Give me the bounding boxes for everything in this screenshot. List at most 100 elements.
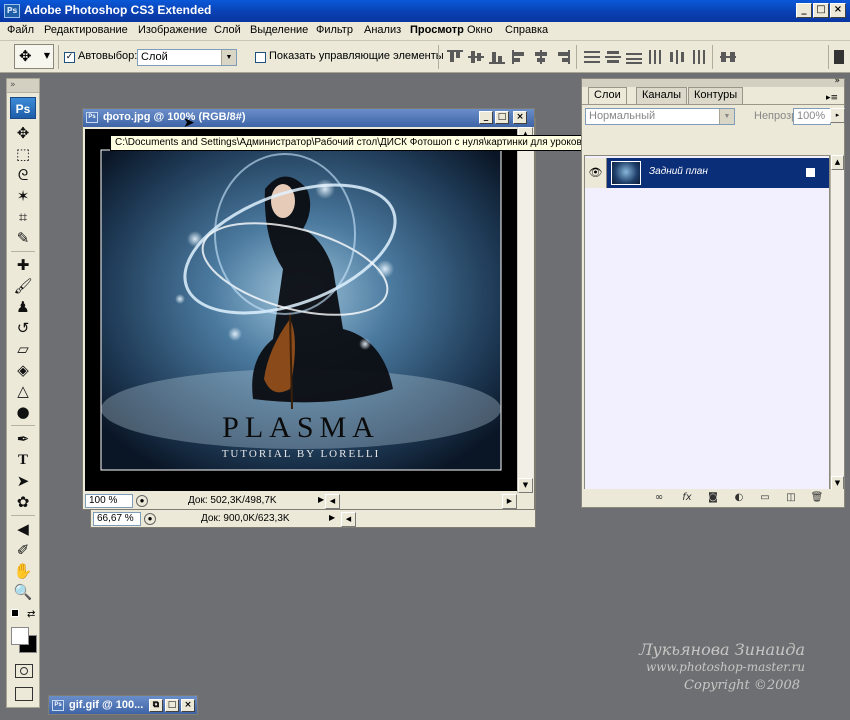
add-mask-icon[interactable]: ◙ bbox=[706, 492, 720, 503]
notes-tool-icon[interactable]: ◀ bbox=[10, 519, 36, 539]
marquee-tool-icon[interactable]: ⬚ bbox=[10, 144, 36, 164]
menu-window[interactable]: Окно bbox=[467, 24, 493, 36]
eye-icon[interactable]: 👁 bbox=[585, 158, 607, 188]
doc-maximize-button[interactable]: □ bbox=[495, 111, 509, 124]
layer-style-icon[interactable]: fx bbox=[680, 492, 694, 503]
maximize-button[interactable]: □ bbox=[165, 699, 179, 712]
panel-scrollbar[interactable]: ▲ ▼ bbox=[830, 155, 844, 491]
align-hcenter-icon[interactable] bbox=[533, 50, 549, 64]
adjustment-layer-icon[interactable]: ◐ bbox=[732, 492, 746, 503]
panel-grip[interactable]: » bbox=[582, 76, 844, 87]
layer-row-background[interactable]: 👁 Задний план bbox=[585, 158, 829, 188]
new-layer-icon[interactable]: ◫ bbox=[784, 492, 798, 503]
distribute-bottom-icon[interactable] bbox=[626, 50, 642, 64]
healing-brush-tool-icon[interactable]: ✚ bbox=[10, 255, 36, 275]
zoom-field-1[interactable]: 100 % bbox=[85, 494, 133, 508]
shape-tool-icon[interactable]: ✿ bbox=[10, 492, 36, 512]
eraser-tool-icon[interactable]: ▱ bbox=[10, 339, 36, 359]
canvas[interactable]: PLASMA TUTORIAL BY LORELLI bbox=[85, 129, 517, 491]
restore-button[interactable]: ⧉ bbox=[149, 699, 163, 712]
foreground-color-swatch[interactable] bbox=[11, 627, 29, 645]
quick-mask-icon[interactable] bbox=[15, 664, 33, 678]
distribute-vcenter-icon[interactable] bbox=[605, 50, 621, 64]
auto-align-icon[interactable] bbox=[720, 50, 736, 64]
align-left-icon[interactable] bbox=[512, 50, 528, 64]
align-bottom-icon[interactable] bbox=[489, 50, 505, 64]
distribute-left-icon[interactable] bbox=[648, 50, 664, 64]
status-menu-icon[interactable]: ● bbox=[144, 513, 156, 525]
close-button[interactable]: × bbox=[181, 699, 195, 712]
brush-tool-icon[interactable]: 🖌 bbox=[10, 276, 36, 296]
align-vcenter-icon[interactable] bbox=[468, 50, 484, 64]
blur-tool-icon[interactable]: △ bbox=[10, 381, 36, 401]
toolbox-grip[interactable]: » bbox=[7, 79, 39, 93]
history-brush-tool-icon[interactable]: ↺ bbox=[10, 318, 36, 338]
tab-channels[interactable]: Каналы bbox=[636, 87, 688, 104]
status-menu-icon[interactable]: ● bbox=[136, 495, 148, 507]
menu-analysis[interactable]: Анализ bbox=[364, 24, 401, 36]
screen-mode-icon[interactable] bbox=[15, 687, 33, 701]
artwork-image: PLASMA TUTORIAL BY LORELLI bbox=[85, 129, 517, 491]
menu-edit[interactable]: Редактирование bbox=[44, 24, 128, 36]
opacity-arrow[interactable]: ▸ bbox=[830, 108, 845, 123]
menu-view[interactable]: Просмотр bbox=[410, 24, 464, 36]
new-group-icon[interactable]: ▭ bbox=[758, 492, 772, 503]
vertical-scrollbar[interactable]: ▲ ▼ bbox=[517, 127, 533, 493]
maximize-button[interactable]: □ bbox=[813, 3, 829, 18]
zoom-tool-icon[interactable]: 🔍 bbox=[10, 582, 36, 602]
collapse-icon[interactable]: » bbox=[834, 76, 840, 86]
dodge-tool-icon[interactable]: ● bbox=[10, 402, 36, 422]
scroll-right-button[interactable]: ▶ bbox=[502, 494, 517, 509]
panel-menu-icon[interactable]: ▸≡ bbox=[826, 93, 838, 103]
blend-mode-dropdown[interactable]: Нормальный ▼ bbox=[585, 108, 735, 125]
distribute-right-icon[interactable] bbox=[690, 50, 706, 64]
tab-layers[interactable]: Слои × bbox=[588, 87, 627, 113]
path-selection-tool-icon[interactable]: ➤ bbox=[10, 471, 36, 491]
type-tool-icon[interactable]: T bbox=[10, 450, 36, 470]
slice-tool-icon[interactable]: ✎ bbox=[10, 228, 36, 248]
scroll-left-button[interactable]: ◀ bbox=[341, 512, 356, 527]
paint-bucket-tool-icon[interactable]: ◈ bbox=[10, 360, 36, 380]
chevron-right-icon[interactable]: ▶ bbox=[329, 513, 335, 522]
menu-filter[interactable]: Фильтр bbox=[316, 24, 353, 36]
move-tool-icon[interactable]: ✥ bbox=[10, 123, 36, 143]
crop-tool-icon[interactable]: ⌗ bbox=[10, 207, 36, 227]
pen-tool-icon[interactable]: ✒ bbox=[10, 429, 36, 449]
align-top-icon[interactable] bbox=[447, 50, 463, 64]
workspace-icon[interactable] bbox=[834, 50, 844, 64]
align-right-icon[interactable] bbox=[554, 50, 570, 64]
magic-wand-tool-icon[interactable]: ✶ bbox=[10, 186, 36, 206]
distribute-top-icon[interactable] bbox=[584, 50, 600, 64]
menu-file[interactable]: Файл bbox=[7, 24, 34, 36]
distribute-hcenter-icon[interactable] bbox=[669, 50, 685, 64]
eyedropper-tool-icon[interactable]: ✐ bbox=[10, 540, 36, 560]
close-button[interactable]: × bbox=[830, 3, 846, 18]
scroll-up-button[interactable]: ▲ bbox=[831, 155, 844, 170]
menu-help[interactable]: Справка bbox=[505, 24, 548, 36]
zoom-field-2[interactable]: 66,67 % bbox=[93, 512, 141, 526]
doc-close-button[interactable]: × bbox=[513, 111, 527, 124]
minimize-button[interactable]: _ bbox=[796, 3, 812, 18]
lasso-tool-icon[interactable]: ᘓ bbox=[10, 165, 36, 185]
clone-stamp-tool-icon[interactable]: ♟ bbox=[10, 297, 36, 317]
opacity-field[interactable]: 100% bbox=[793, 108, 831, 125]
scroll-down-button[interactable]: ▼ bbox=[518, 478, 533, 493]
blend-mode-value: Нормальный bbox=[589, 110, 656, 122]
menu-layer[interactable]: Слой bbox=[214, 24, 241, 36]
autoselect-dropdown[interactable]: Слой ▼ bbox=[137, 49, 237, 66]
link-layers-icon[interactable]: ∞ bbox=[652, 492, 666, 503]
tool-preset-picker[interactable]: ✥ ▼ bbox=[14, 44, 54, 69]
autoselect-checkbox[interactable]: ✓ bbox=[64, 52, 75, 63]
default-colors-icon[interactable] bbox=[11, 609, 19, 617]
hand-tool-icon[interactable]: ✋ bbox=[10, 561, 36, 581]
show-controls-checkbox[interactable] bbox=[255, 52, 266, 63]
scroll-left-button[interactable]: ◀ bbox=[325, 494, 340, 509]
tab-paths[interactable]: Контуры bbox=[688, 87, 744, 104]
chevron-right-icon[interactable]: ▶ bbox=[318, 495, 324, 504]
menu-select[interactable]: Выделение bbox=[250, 24, 308, 36]
minimized-document[interactable]: Ps gif.gif @ 100... ⧉ □ × bbox=[48, 695, 198, 715]
menu-image[interactable]: Изображение bbox=[138, 24, 207, 36]
swap-colors-icon[interactable]: ⇄ bbox=[27, 609, 35, 620]
doc-minimize-button[interactable]: _ bbox=[479, 111, 493, 124]
delete-layer-icon[interactable]: 🗑 bbox=[810, 492, 824, 503]
